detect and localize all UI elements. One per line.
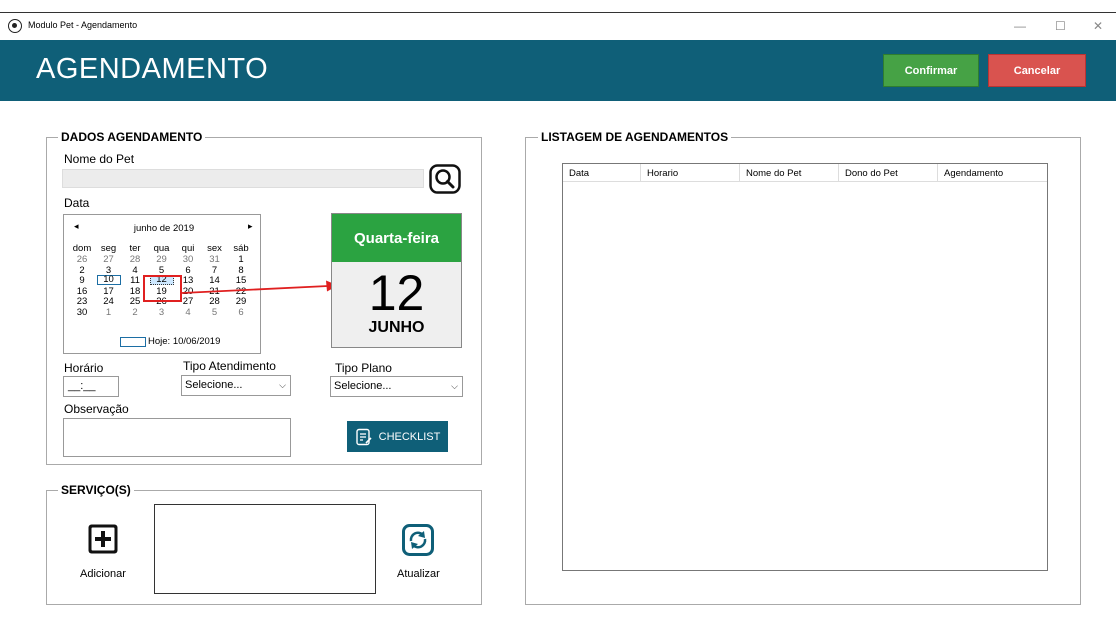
pet-name-label: Nome do Pet (64, 152, 135, 166)
calendar-day[interactable]: 31 (203, 254, 227, 265)
tipo-atendimento-label: Tipo Atendimento (183, 359, 276, 373)
observacao-label: Observação (64, 402, 129, 416)
add-service-button[interactable] (87, 523, 119, 555)
cancel-button[interactable]: Cancelar (988, 54, 1086, 87)
plus-square-icon (88, 524, 118, 554)
day-card-weekday: Quarta-feira (332, 214, 461, 262)
calendar-day[interactable]: 7 (203, 265, 227, 276)
highlight-selected-date (143, 275, 182, 302)
today-label[interactable]: Hoje: 10/06/2019 (148, 336, 220, 347)
close-button[interactable]: ✕ (1093, 19, 1103, 33)
prev-month-button[interactable]: ◂ (74, 221, 79, 232)
calendar-day[interactable]: 26 (70, 254, 94, 265)
app-paw-icon (8, 19, 22, 33)
calendar-day[interactable]: 30 (70, 307, 94, 318)
calendar-day[interactable]: 1 (97, 307, 121, 318)
window-titlebar: Modulo Pet - Agendamento — ☐ ✕ (0, 12, 1116, 40)
calendar-weekday-header: sáb (233, 243, 249, 254)
calendar-day[interactable]: 16 (70, 286, 94, 297)
selected-day-card: Quarta-feira 12 JUNHO (331, 213, 462, 348)
chevron-down-icon: ⌵ (279, 380, 286, 390)
calendar-day[interactable]: 6 (229, 307, 253, 318)
calendar-weekday-header: seg (100, 243, 117, 254)
calendar-day[interactable]: 30 (176, 254, 200, 265)
horario-field[interactable]: __:__ (63, 376, 119, 397)
tipo-plano-value: Selecione... (334, 380, 392, 392)
column-header-horario[interactable]: Horario (641, 164, 740, 182)
servicos-label: SERVIÇO(S) (58, 483, 134, 497)
page-title: AGENDAMENTO (36, 53, 269, 85)
calendar-weekday-header: qua (153, 243, 170, 254)
tipo-atendimento-select[interactable]: Selecione... ⌵ (181, 375, 291, 396)
dados-agendamento-label: DADOS AGENDAMENTO (58, 130, 206, 144)
column-header-agendamento[interactable]: Agendamento (938, 164, 1047, 182)
column-header-data[interactable]: Data (563, 164, 641, 182)
day-card-month: JUNHO (368, 319, 425, 336)
update-services-label[interactable]: Atualizar (397, 568, 440, 580)
next-month-button[interactable]: ▸ (248, 221, 253, 232)
checklist-button[interactable]: CHECKLIST (347, 421, 448, 452)
annotation-arrow-icon (181, 280, 338, 294)
calendar-weekday-header: sex (207, 243, 222, 254)
listagem-label: LISTAGEM DE AGENDAMENTOS (538, 130, 732, 144)
horario-label: Horário (64, 361, 104, 375)
confirm-button[interactable]: Confirmar (883, 54, 979, 87)
tipo-plano-select[interactable]: Selecione... ⌵ (330, 376, 463, 397)
maximize-button[interactable]: ☐ (1055, 19, 1066, 33)
refresh-icon (402, 524, 434, 556)
date-label: Data (64, 196, 90, 210)
tipo-atendimento-value: Selecione... (185, 379, 243, 391)
calendar-day[interactable]: 3 (150, 307, 174, 318)
calendar-weekday-header: ter (129, 243, 141, 254)
pet-name-field[interactable] (62, 169, 424, 188)
day-card-number: 12 (368, 265, 425, 321)
calendar-day[interactable]: 17 (97, 286, 121, 297)
add-service-label[interactable]: Adicionar (80, 568, 126, 580)
search-icon (429, 164, 461, 194)
calendar-day[interactable]: 23 (70, 296, 94, 307)
calendar-day[interactable]: 28 (123, 254, 147, 265)
tipo-plano-label: Tipo Plano (335, 361, 392, 375)
calendar-day[interactable]: 10 (96, 275, 121, 285)
calendar-day[interactable]: 24 (97, 296, 121, 307)
search-pet-button[interactable] (429, 164, 461, 194)
calendar-day[interactable]: 5 (203, 307, 227, 318)
column-header-dono-pet[interactable]: Dono do Pet (839, 164, 938, 182)
calendar-day[interactable]: 2 (123, 307, 147, 318)
calendar-day[interactable]: 6 (176, 265, 200, 276)
agendamentos-table[interactable]: Data Horario Nome do Pet Dono do Pet Age… (562, 163, 1048, 571)
calendar-day[interactable]: 4 (123, 265, 147, 276)
calendar-month-title: junho de 2019 (133, 223, 195, 234)
calendar-weekday-header: dom (72, 243, 92, 254)
calendar-day[interactable]: 8 (229, 265, 253, 276)
window-title: Modulo Pet - Agendamento (28, 20, 138, 30)
observacao-field[interactable] (63, 418, 291, 457)
calendar-day[interactable]: 29 (150, 254, 174, 265)
checklist-icon (355, 428, 372, 445)
calendar-day[interactable]: 1 (229, 254, 253, 265)
checklist-label: CHECKLIST (378, 430, 441, 443)
services-list[interactable] (154, 504, 376, 594)
calendar-day[interactable]: 9 (70, 275, 94, 286)
today-marker (120, 337, 146, 347)
calendar-day[interactable]: 4 (176, 307, 200, 318)
calendar-day[interactable]: 27 (97, 254, 121, 265)
calendar-day[interactable]: 2 (70, 265, 94, 276)
update-services-button[interactable] (402, 524, 434, 556)
chevron-down-icon: ⌵ (451, 381, 458, 391)
column-header-nome-pet[interactable]: Nome do Pet (740, 164, 839, 182)
calendar-weekday-header: qui (181, 243, 195, 254)
minimize-button[interactable]: — (1014, 19, 1026, 33)
